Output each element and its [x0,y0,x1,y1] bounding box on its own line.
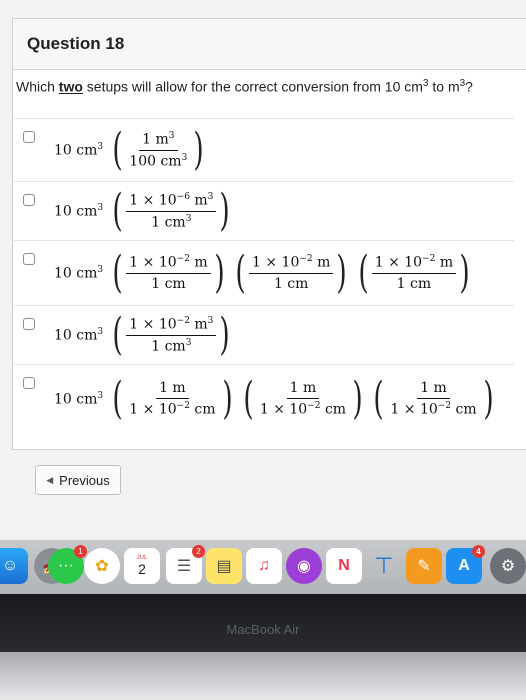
messages-icon[interactable]: ··· 1 [48,545,87,584]
fraction-numerator: 1 × 10−6 m3 [126,192,217,212]
calendar-icon[interactable]: JUL 2 [124,548,160,584]
pages-icon[interactable]: ✎ [406,548,442,584]
reminders-icon[interactable]: ☰ 2 [166,545,205,584]
option-quantity: 10 cm3 [54,202,104,220]
fraction-denominator: 1 × 10−2 cm [390,401,477,418]
conversion-factor: (1 m1 × 10−2 cm) [243,373,363,424]
fraction-denominator: 1 cm [396,275,432,292]
answer-checkbox[interactable] [23,377,35,389]
fraction-denominator: 1 cm [273,275,309,292]
conversion-factor: (1 × 10−2 m3 1 cm3) [112,309,231,360]
fraction-numerator: 1 × 10−2 m3 [126,316,217,336]
conversion-factor: (1 × 10−6 m3 1 cm3) [112,185,231,236]
answer-checkbox[interactable] [23,131,35,143]
podcasts-icon[interactable]: ◉ [286,548,322,584]
fraction-denominator: 1 cm3 [151,337,192,355]
fraction-denominator: 100 cm3 [129,152,188,170]
chevron-left-icon: ◀ [46,474,54,485]
answer-option[interactable]: 10 cm3 (1 m3 100 cm3) [14,118,514,181]
fraction-numerator: 1 m [156,380,189,400]
previous-button[interactable]: ◀ Previous [35,465,121,495]
browser-viewport: Question 18 Which two setups will allow … [0,0,526,540]
conversion-factor: (1 × 10−2 m1 cm) [235,247,348,298]
conversion-factor: (1 m3 100 cm3) [112,124,205,175]
option-quantity: 10 cm3 [54,264,104,282]
question-title: Question 18 [27,34,125,53]
prompt-emphasis: two [58,78,83,95]
finder-icon[interactable]: ☺ [0,548,28,584]
notification-badge: 4 [472,545,485,558]
conversion-factor: (1 × 10−2 m1 cm) [357,247,470,298]
option-quantity: 10 cm3 [54,390,104,408]
fraction-numerator: 1 × 10−2 m [126,254,211,274]
question-header: Question 18 [13,19,526,70]
laptop-base [0,652,526,700]
answer-checkbox[interactable] [23,194,35,206]
option-quantity: 10 cm3 [54,141,104,159]
fraction-numerator: 1 m [286,380,320,400]
conversion-factor: (1 m1 × 10−2 cm) [112,373,233,424]
news-icon[interactable]: N [326,548,362,584]
music-icon[interactable]: ♫ [246,548,282,584]
app-store-icon[interactable]: A4 [446,545,485,584]
device-label: MacBook Air [226,622,300,637]
answer-option[interactable]: 10 cm3 (1 × 10−6 m3 1 cm3) [14,181,514,240]
fraction-denominator: 1 × 10−2 cm [259,401,347,418]
fraction-denominator: 1 cm [151,275,186,292]
answer-checkbox[interactable] [23,253,35,265]
answer-options: 10 cm3 (1 m3 100 cm3) 10 cm3 (1 × 10−6 m3 1 c… [14,118,514,433]
answer-option[interactable]: 10 cm3(1 × 10−2 m1 cm)(1 × 10−2 m1 cm)(1… [14,240,514,305]
fraction-numerator: 1 m3 [139,131,178,151]
question-prompt: Which two setups will allow for the corr… [16,78,473,95]
fraction-denominator: 1 × 10−2 cm [129,401,216,418]
answer-checkbox[interactable] [23,318,35,330]
photos-icon[interactable]: ✿ [84,548,120,584]
option-quantity: 10 cm3 [54,326,104,344]
answer-option[interactable]: 10 cm3(1 m1 × 10−2 cm)(1 m1 × 10−2 cm)(1… [14,364,514,433]
keynote-icon[interactable]: ⊤ [366,548,402,584]
system-preferences-icon[interactable]: ⚙ [490,548,526,584]
conversion-factor: (1 × 10−2 m1 cm) [112,247,225,298]
notification-badge: 1 [74,545,87,558]
answer-option[interactable]: 10 cm3 (1 × 10−2 m3 1 cm3) [14,305,514,364]
fraction-numerator: 1 × 10−2 m [371,254,457,274]
conversion-factor: (1 m1 × 10−2 cm) [373,373,494,424]
dock: ☺ 🚀 ···1 ✿ JUL 2 ☰2 ▤ ♫ ◉ N ⊤ ✎ A4 ⚙ [0,540,526,594]
fraction-numerator: 1 m [417,380,450,400]
fraction-numerator: 1 × 10−2 m [249,254,334,274]
fraction-denominator: 1 cm3 [151,213,192,231]
notification-badge: 2 [192,545,205,558]
notes-icon[interactable]: ▤ [206,548,242,584]
